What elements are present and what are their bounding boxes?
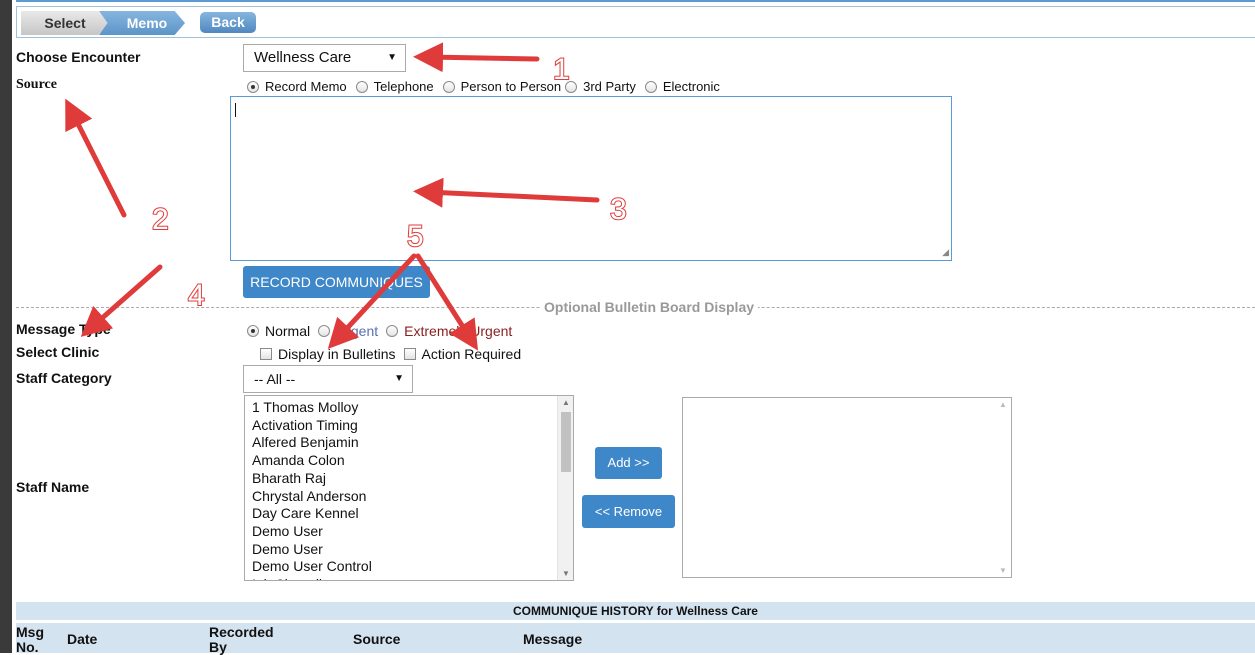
back-button[interactable]: Back — [200, 12, 256, 33]
message-type-option-label: Urgent — [336, 323, 379, 339]
column-header-source[interactable]: Source — [353, 632, 400, 647]
staff-list-item[interactable]: Bharath Raj — [245, 470, 573, 488]
bulletin-divider-label: Optional Bulletin Board Display — [540, 299, 759, 315]
scroll-down-icon[interactable]: ▼ — [558, 569, 573, 578]
display-in-bulletins-label: Display in Bulletins — [278, 346, 396, 362]
selected-list-scrollbar[interactable]: ▲ ▼ — [995, 398, 1011, 577]
source-label: Source — [16, 77, 57, 92]
message-type-radio-group: Normal Urgent Extremely Urgent — [247, 323, 512, 339]
column-header-recorded-by[interactable]: Recorded By — [209, 625, 289, 655]
remove-staff-button[interactable]: << Remove — [582, 495, 675, 528]
message-type-label: Message Type — [16, 321, 111, 337]
staff-name-listbox[interactable]: 1 Thomas Molloy Activation Timing Alfered … — [244, 395, 574, 581]
message-type-option-label: Extremely Urgent — [404, 323, 513, 339]
staff-list-item[interactable]: Day Care Kennel — [245, 505, 573, 523]
staff-category-select[interactable]: -- All -- ▼ — [243, 365, 413, 393]
source-option-label: 3rd Party — [583, 79, 636, 94]
text-cursor — [235, 103, 236, 117]
annotation-number-2: 2 — [152, 203, 169, 236]
source-option-label: Person to Person — [460, 79, 562, 94]
top-accent-line — [16, 0, 1255, 2]
source-option-label: Electronic — [662, 79, 720, 94]
chevron-down-icon: ▼ — [394, 373, 404, 384]
staff-list-item[interactable]: Ink Chanell — [245, 576, 573, 580]
message-type-radio-extremely-urgent[interactable] — [386, 325, 399, 337]
staff-list-scrollbar[interactable]: ▲ ▼ — [557, 396, 573, 580]
window-edge — [0, 0, 12, 653]
staff-category-value: -- All -- — [254, 371, 296, 387]
staff-list-item[interactable]: Demo User — [245, 541, 573, 559]
scroll-down-icon[interactable]: ▼ — [995, 566, 1011, 575]
chevron-down-icon: ▼ — [387, 52, 397, 63]
annotation-arrow — [65, 98, 127, 218]
history-title: COMMUNIQUE HISTORY for Wellness Care — [16, 602, 1255, 620]
source-radio-person-to-person[interactable] — [442, 80, 455, 93]
staff-category-label: Staff Category — [16, 370, 112, 386]
scroll-thumb[interactable] — [561, 412, 571, 472]
breadcrumb: Select Memo Back — [16, 6, 1255, 38]
source-radio-record-memo[interactable] — [247, 80, 259, 93]
staff-list-item[interactable]: 1 Thomas Molloy — [245, 399, 573, 417]
staff-list-item[interactable]: Amanda Colon — [245, 452, 573, 470]
staff-list-item[interactable]: Demo User — [245, 523, 573, 541]
scroll-up-icon[interactable]: ▲ — [558, 398, 573, 407]
annotation-arrow — [80, 264, 163, 337]
source-radio-group: Record Memo Telephone Person to Person 3… — [247, 79, 720, 94]
breadcrumb-memo[interactable]: Memo — [99, 11, 185, 35]
encounter-select[interactable]: Wellness Care ▼ — [243, 44, 406, 72]
add-staff-button[interactable]: Add >> — [595, 447, 662, 479]
source-option-label: Record Memo — [265, 79, 347, 94]
bulletin-checkboxes: Display in Bulletins Action Required — [260, 346, 521, 362]
column-header-msg-no[interactable]: Msg No. — [16, 625, 50, 655]
annotation-arrow — [413, 42, 540, 73]
source-radio-3rd-party[interactable] — [565, 80, 578, 93]
memo-textarea[interactable]: ◢ — [230, 96, 952, 261]
display-in-bulletins-checkbox[interactable] — [260, 348, 272, 360]
resize-grip-icon[interactable]: ◢ — [942, 247, 949, 258]
action-required-label: Action Required — [421, 346, 522, 362]
encounter-label: Choose Encounter — [16, 49, 141, 65]
encounter-value: Wellness Care — [254, 49, 352, 66]
staff-name-label: Staff Name — [16, 479, 90, 495]
scroll-up-icon[interactable]: ▲ — [995, 400, 1011, 409]
column-header-message[interactable]: Message — [523, 632, 582, 647]
breadcrumb-select[interactable]: Select — [21, 11, 109, 35]
source-radio-telephone[interactable] — [355, 80, 368, 93]
staff-list-item[interactable]: Demo User Control — [245, 558, 573, 576]
message-type-radio-urgent[interactable] — [318, 325, 331, 337]
record-communiques-button[interactable]: RECORD COMMUNIQUES — [243, 266, 430, 298]
staff-list-item[interactable]: Chrystal Anderson — [245, 488, 573, 506]
message-type-option-label: Normal — [265, 323, 311, 339]
staff-list-item[interactable]: Alfered Benjamin — [245, 434, 573, 452]
select-clinic-label: Select Clinic — [16, 344, 100, 360]
message-type-radio-normal[interactable] — [247, 325, 259, 337]
action-required-checkbox[interactable] — [403, 348, 416, 360]
selected-staff-listbox[interactable]: ▲ ▼ — [682, 397, 1012, 578]
staff-list-item[interactable]: Activation Timing — [245, 417, 573, 435]
source-option-label: Telephone — [373, 79, 434, 94]
source-radio-electronic[interactable] — [644, 80, 657, 93]
history-table-header: Msg No. Date Recorded By Source Message — [16, 623, 1255, 655]
column-header-date[interactable]: Date — [67, 632, 97, 647]
